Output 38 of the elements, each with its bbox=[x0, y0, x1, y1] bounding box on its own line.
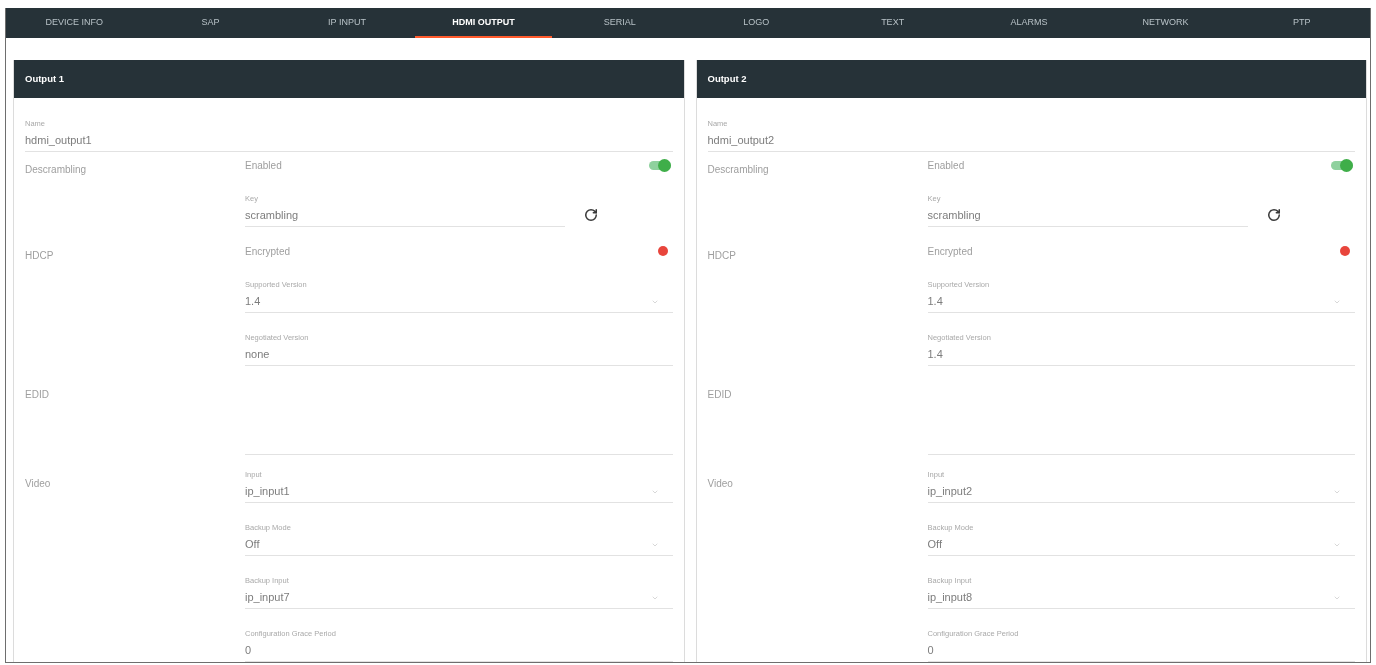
tab[interactable]: ALARMS bbox=[960, 8, 1098, 38]
status-label: Encrypted bbox=[245, 244, 291, 259]
chevron-down-icon bbox=[1333, 488, 1341, 496]
tab[interactable]: SERIAL bbox=[551, 8, 689, 38]
tab[interactable]: PTP bbox=[1233, 8, 1370, 38]
chevron-down-icon bbox=[650, 488, 659, 496]
tab[interactable]: TEXT bbox=[824, 8, 961, 38]
toggle-switch[interactable] bbox=[648, 158, 671, 172]
chevron-down-icon bbox=[1333, 594, 1341, 602]
chevron-down-icon bbox=[1333, 541, 1341, 549]
toggle-switch[interactable] bbox=[1331, 158, 1353, 172]
status-label: Encrypted bbox=[927, 244, 973, 259]
section-label: HDCP bbox=[707, 250, 736, 261]
chevron-down-icon bbox=[650, 594, 659, 602]
section-label: HDCP bbox=[25, 250, 54, 261]
section-label: Video bbox=[25, 478, 51, 489]
section-label: Descrambling bbox=[25, 164, 87, 175]
refresh-icon bbox=[1266, 208, 1281, 222]
tab[interactable]: IP INPUT bbox=[278, 8, 416, 38]
section-label: EDID bbox=[25, 389, 49, 400]
tab[interactable]: LOGO bbox=[688, 8, 825, 38]
chevron-down-icon bbox=[650, 541, 659, 549]
tab[interactable]: DEVICE INFO bbox=[6, 8, 143, 38]
toggle-label: Enabled bbox=[245, 158, 282, 173]
section-label: Video bbox=[707, 478, 733, 489]
chevron-down-icon bbox=[650, 298, 659, 306]
panel-header: Output 2 bbox=[696, 60, 1366, 98]
section-label: Descrambling bbox=[707, 164, 769, 175]
refresh-icon bbox=[584, 208, 598, 222]
panel-header: Output 1 bbox=[14, 60, 684, 98]
section-label: EDID bbox=[707, 389, 732, 400]
chevron-down-icon bbox=[1333, 298, 1341, 306]
toggle-label: Enabled bbox=[927, 158, 965, 173]
refresh-button[interactable] bbox=[1266, 208, 1281, 222]
tab[interactable]: NETWORK bbox=[1097, 8, 1234, 38]
tab[interactable]: SAP bbox=[142, 8, 279, 38]
refresh-button[interactable] bbox=[584, 208, 598, 222]
tab[interactable]: HDMI OUTPUT bbox=[415, 8, 552, 38]
